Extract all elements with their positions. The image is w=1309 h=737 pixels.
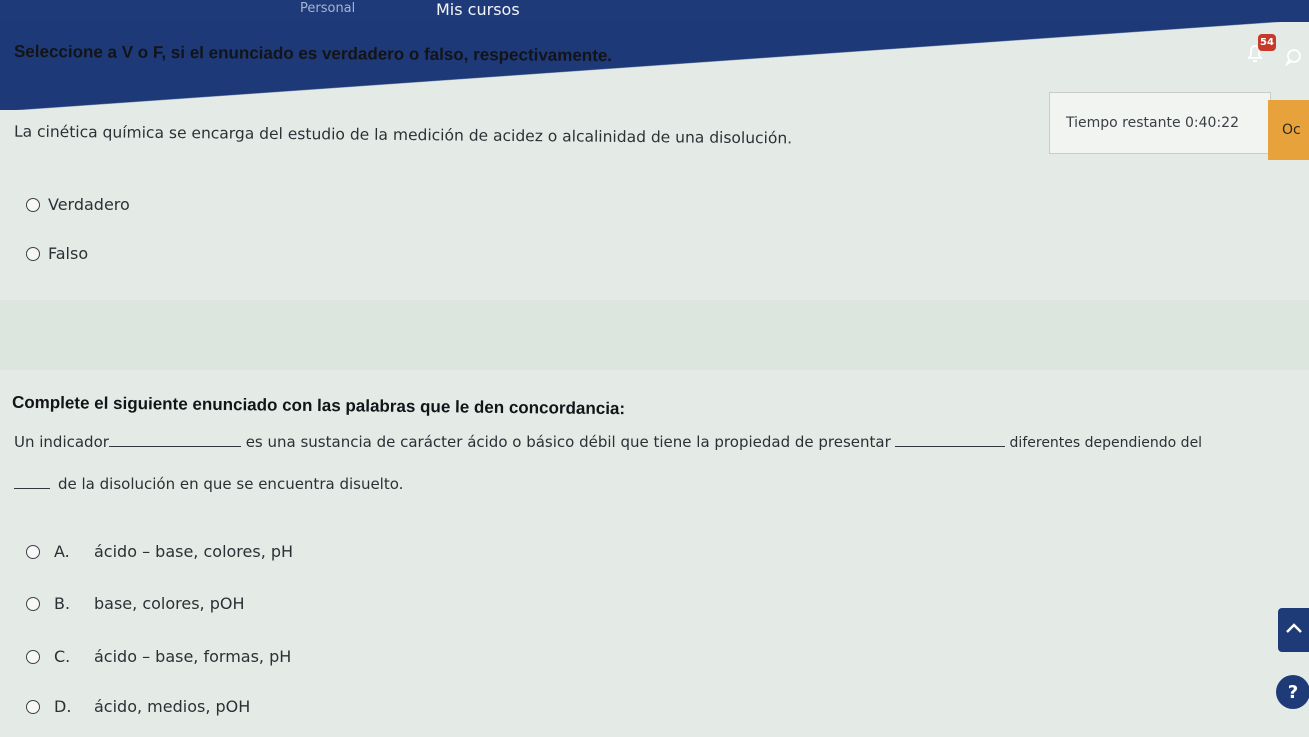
breadcrumb-personal[interactable]: Personal [300, 1, 355, 16]
radio-button[interactable] [26, 197, 40, 212]
option-text: base, colores, pOH [94, 594, 245, 613]
option-text: ácido – base, formas, pH [94, 647, 292, 666]
chevron-up-icon [1286, 623, 1302, 633]
option-verdadero[interactable]: Verdadero [26, 195, 130, 214]
hide-timer-button[interactable]: Oc [1268, 100, 1309, 160]
sentence-part3: diferentes dependiendo del [1009, 435, 1203, 451]
blank-1 [108, 432, 241, 447]
help-button[interactable]: ? [1276, 675, 1309, 709]
option-b[interactable]: B. base, colores, pOH [26, 594, 245, 613]
option-text: ácido, medios, pOH [94, 697, 251, 716]
radio-button[interactable] [26, 596, 40, 611]
question2-line2: de la disolución en que se encuentra dis… [14, 474, 403, 493]
top-navigation: Personal Mis cursos [0, 0, 1309, 22]
option-letter: C. [54, 647, 71, 666]
sentence-part4: de la disolución en que se encuentra dis… [58, 475, 404, 493]
question1-statement: La cinética química se encarga del estud… [13, 122, 793, 148]
scroll-to-top-button[interactable] [1278, 608, 1309, 652]
question1-instruction: Seleccione a V o F, si el enunciado es v… [13, 41, 613, 66]
option-d[interactable]: D. ácido, medios, pOH [26, 697, 250, 716]
sentence-part1: Un indicador [14, 433, 109, 451]
option-label: Verdadero [48, 195, 130, 214]
time-remaining-label: Tiempo restante 0:40:22 [1066, 115, 1239, 131]
radio-button[interactable] [26, 649, 40, 664]
radio-button[interactable] [26, 544, 40, 559]
question-separator [0, 300, 1309, 370]
chat-icon[interactable] [1284, 48, 1302, 66]
sentence-part2: es una sustancia de carácter ácido o bás… [245, 433, 891, 451]
option-c[interactable]: C. ácido – base, formas, pH [26, 647, 291, 666]
option-label: Falso [48, 244, 89, 263]
blank-3 [14, 474, 50, 489]
option-letter: A. [54, 542, 70, 561]
notification-badge: 54 [1258, 34, 1276, 51]
option-falso[interactable]: Falso [26, 244, 88, 263]
radio-button[interactable] [26, 699, 40, 714]
time-remaining: Tiempo restante 0:40:22 [1049, 92, 1271, 154]
option-a[interactable]: A. ácido – base, colores, pH [26, 542, 293, 561]
my-courses-link[interactable]: Mis cursos [436, 0, 520, 19]
question2-instruction: Complete el siguiente enunciado con las … [11, 392, 626, 419]
option-letter: B. [54, 594, 71, 613]
blank-2 [894, 432, 1005, 447]
option-text: ácido – base, colores, pH [94, 542, 294, 561]
radio-button[interactable] [26, 246, 40, 261]
option-letter: D. [54, 697, 72, 716]
hide-timer-label: Oc [1282, 122, 1301, 138]
question2-line1: Un indicador es una sustancia de carácte… [14, 432, 1202, 451]
